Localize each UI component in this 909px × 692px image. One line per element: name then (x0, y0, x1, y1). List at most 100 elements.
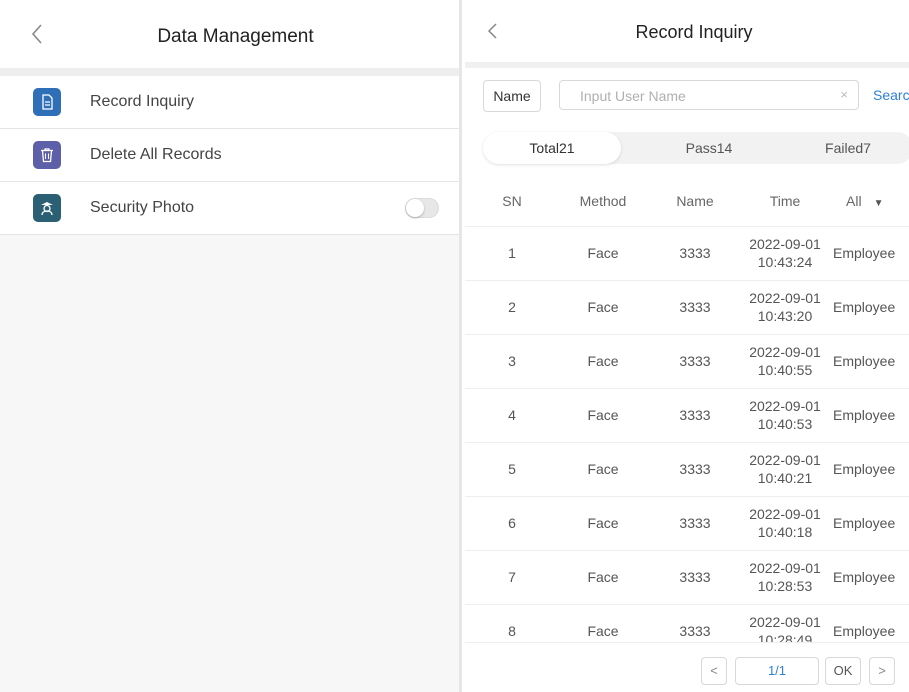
cell-time: 2022-09-01 10:43:24 (743, 235, 827, 271)
cell-name: 3333 (679, 623, 711, 639)
toggle-knob (406, 199, 424, 217)
ok-button[interactable]: OK (825, 657, 861, 685)
column-header-name: Name (676, 193, 714, 209)
cell-time: 2022-09-01 10:40:53 (743, 397, 827, 433)
cell-type: Employee (833, 353, 896, 369)
tab-total[interactable]: Total21 (483, 132, 621, 164)
search-field-selector[interactable]: Name (483, 80, 541, 112)
result-filter-tabs: Total21 Pass14 Failed7 (483, 132, 909, 164)
search-box: × (559, 80, 859, 110)
type-filter-value: All (846, 193, 862, 209)
menu-item-delete-all-records[interactable]: Delete All Records (0, 129, 459, 182)
cell-type: Employee (833, 299, 896, 315)
cell-time: 2022-09-01 10:28:53 (743, 559, 827, 595)
cell-date: 2022-09-01 (749, 236, 821, 252)
next-page-button[interactable]: > (869, 657, 895, 685)
cell-sn: 3 (508, 353, 516, 369)
left-header: Data Management (0, 0, 459, 76)
cell-date: 2022-09-01 (749, 452, 821, 468)
cell-clock: 10:40:55 (757, 362, 813, 378)
cell-type: Employee (833, 407, 896, 423)
cell-name: 3333 (679, 245, 711, 261)
page-number-input[interactable]: 1/1 (735, 657, 819, 685)
cell-method: Face (587, 245, 619, 261)
right-header: Record Inquiry (465, 0, 909, 68)
table-row[interactable]: 8 Face 3333 2022-09-01 10:28:49 Employee (465, 605, 909, 642)
search-bar: Name × Searc (483, 80, 909, 112)
menu-item-record-inquiry[interactable]: Record Inquiry (0, 76, 459, 129)
cell-type: Employee (833, 569, 896, 585)
pagination: < 1/1 OK > (465, 642, 909, 692)
cell-time: 2022-09-01 10:43:20 (743, 289, 827, 325)
cell-clock: 10:28:49 (757, 632, 813, 642)
cell-sn: 8 (508, 623, 516, 639)
document-icon (33, 88, 61, 116)
menu-item-label: Security Photo (90, 199, 195, 216)
cell-time: 2022-09-01 10:40:21 (743, 451, 827, 487)
cell-date: 2022-09-01 (749, 614, 821, 630)
security-guard-icon (33, 194, 61, 222)
cell-type: Employee (833, 515, 896, 531)
table-row[interactable]: 3 Face 3333 2022-09-01 10:40:55 Employee (465, 335, 909, 389)
clear-icon[interactable]: × (840, 87, 848, 102)
table-row[interactable]: 6 Face 3333 2022-09-01 10:40:18 Employee (465, 497, 909, 551)
table-row[interactable]: 2 Face 3333 2022-09-01 10:43:20 Employee (465, 281, 909, 335)
cell-time: 2022-09-01 10:40:18 (743, 505, 827, 541)
cell-method: Face (587, 515, 619, 531)
menu-item-label: Delete All Records (90, 146, 222, 163)
cell-clock: 10:40:21 (757, 470, 813, 486)
page-title: Record Inquiry (635, 22, 753, 42)
menu-item-security-photo[interactable]: Security Photo (0, 182, 459, 235)
cell-method: Face (587, 623, 619, 639)
column-header-time: Time (769, 193, 801, 209)
page-title: Data Management (157, 26, 314, 47)
cell-name: 3333 (679, 353, 711, 369)
table-row[interactable]: 1 Face 3333 2022-09-01 10:43:24 Employee (465, 227, 909, 281)
table-row[interactable]: 7 Face 3333 2022-09-01 10:28:53 Employee (465, 551, 909, 605)
type-filter-dropdown[interactable]: All ▼ (846, 193, 909, 209)
cell-method: Face (587, 353, 619, 369)
trash-icon (33, 141, 61, 169)
tab-pass[interactable]: Pass14 (639, 132, 779, 164)
cell-type: Employee (833, 461, 896, 477)
cell-method: Face (587, 569, 619, 585)
cell-time: 2022-09-01 10:40:55 (743, 343, 827, 379)
cell-name: 3333 (679, 461, 711, 477)
table-row[interactable]: 4 Face 3333 2022-09-01 10:40:53 Employee (465, 389, 909, 443)
tab-failed[interactable]: Failed7 (783, 132, 909, 164)
dropdown-arrow-icon: ▼ (873, 198, 884, 209)
prev-page-button[interactable]: < (701, 657, 727, 685)
record-inquiry-panel: Record Inquiry Name × Searc Total21 Pass… (465, 0, 909, 692)
cell-name: 3333 (679, 299, 711, 315)
cell-clock: 10:40:18 (757, 524, 813, 540)
cell-method: Face (587, 461, 619, 477)
cell-name: 3333 (679, 569, 711, 585)
security-photo-toggle[interactable] (405, 198, 439, 218)
data-management-panel: Data Management Record Inquiry Delete Al… (0, 0, 462, 692)
cell-date: 2022-09-01 (749, 290, 821, 306)
cell-time: 2022-09-01 10:28:49 (743, 613, 827, 642)
cell-clock: 10:43:20 (757, 308, 813, 324)
cell-type: Employee (833, 623, 896, 639)
cell-sn: 7 (508, 569, 516, 585)
cell-sn: 2 (508, 299, 516, 315)
table-row[interactable]: 5 Face 3333 2022-09-01 10:40:21 Employee (465, 443, 909, 497)
cell-clock: 10:28:53 (757, 578, 813, 594)
column-header-sn: SN (502, 193, 522, 209)
cell-name: 3333 (679, 407, 711, 423)
search-button[interactable]: Searc (873, 87, 909, 103)
cell-type: Employee (833, 245, 896, 261)
cell-date: 2022-09-01 (749, 398, 821, 414)
cell-clock: 10:40:53 (757, 416, 813, 432)
cell-date: 2022-09-01 (749, 344, 821, 360)
column-header-method: Method (579, 193, 627, 209)
records-table: 1 Face 3333 2022-09-01 10:43:24 Employee … (465, 227, 909, 642)
cell-name: 3333 (679, 515, 711, 531)
table-header: SN Method Name Time All ▼ (465, 176, 909, 227)
cell-clock: 10:43:24 (757, 254, 813, 270)
cell-method: Face (587, 407, 619, 423)
cell-date: 2022-09-01 (749, 560, 821, 576)
search-input[interactable] (578, 87, 822, 105)
menu-item-label: Record Inquiry (90, 93, 195, 110)
cell-sn: 5 (508, 461, 516, 477)
